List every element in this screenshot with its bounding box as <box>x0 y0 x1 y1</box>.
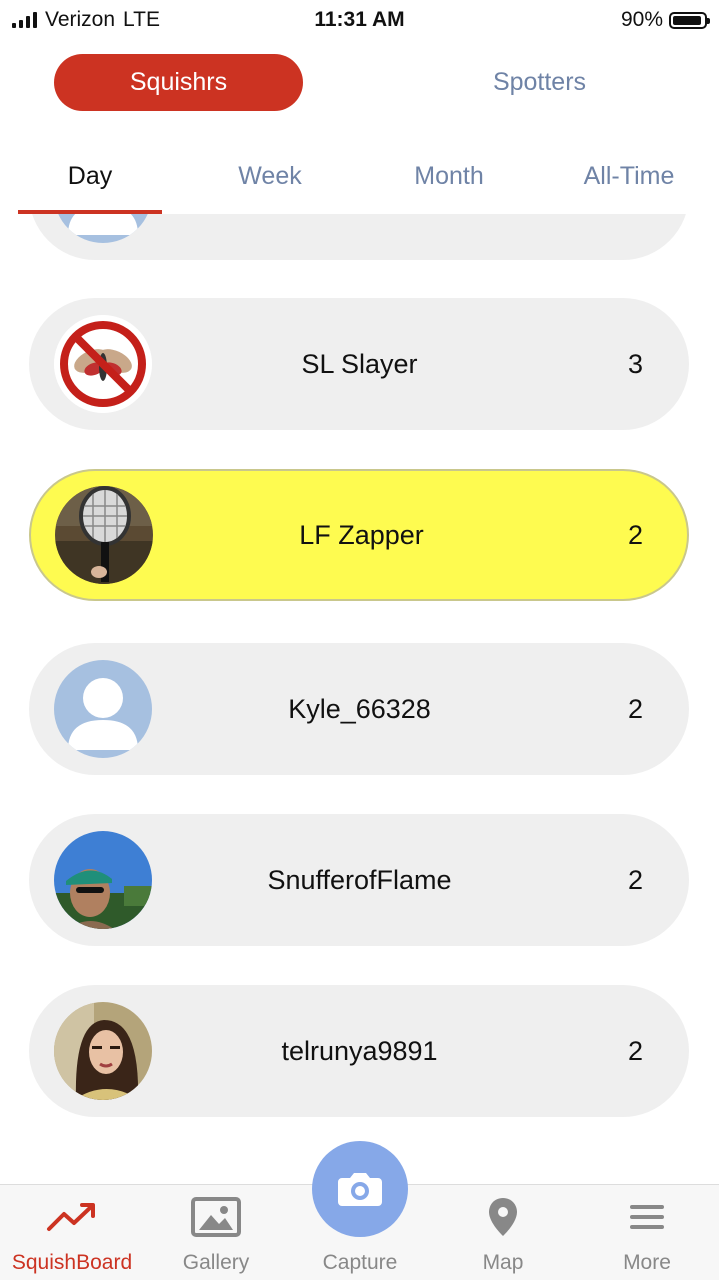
player-score: 3 <box>627 348 643 379</box>
list-item[interactable]: Kyle_66328 2 <box>29 643 689 775</box>
tab-squishboard[interactable]: SquishBoard <box>0 1185 144 1280</box>
segment-spotters[interactable]: Spotters <box>415 54 664 111</box>
tab-week[interactable]: Week <box>180 150 360 202</box>
tab-map[interactable]: Map <box>431 1185 575 1280</box>
tab-label: Map <box>482 1251 524 1274</box>
player-name: LF Zapper <box>299 519 424 550</box>
tab-label: Gallery <box>182 1251 250 1274</box>
player-score: 2 <box>627 1035 643 1066</box>
camera-icon <box>338 1173 382 1206</box>
tab-label: Capture <box>322 1251 398 1274</box>
list-item[interactable] <box>29 214 689 260</box>
player-name: SnufferofFlame <box>267 864 452 895</box>
trending-up-icon <box>0 1195 144 1239</box>
tab-month[interactable]: Month <box>359 150 539 202</box>
player-score: 2 <box>627 519 643 550</box>
menu-icon <box>575 1195 719 1239</box>
tab-day[interactable]: Day <box>0 150 180 202</box>
period-tabs: Day Week Month All-Time <box>0 150 719 216</box>
capture-button[interactable] <box>312 1141 408 1237</box>
player-name: SL Slayer <box>301 348 418 379</box>
tab-label: SquishBoard <box>11 1251 133 1274</box>
map-pin-icon <box>431 1195 575 1239</box>
list-item[interactable]: telrunya9891 2 <box>29 985 689 1117</box>
tab-more[interactable]: More <box>575 1185 719 1280</box>
tab-gallery[interactable]: Gallery <box>144 1185 288 1280</box>
player-name: Kyle_66328 <box>288 693 431 724</box>
player-score: 2 <box>627 864 643 895</box>
image-icon <box>144 1195 288 1239</box>
list-item-current-user[interactable]: LF Zapper 2 <box>29 469 689 601</box>
avatar <box>54 214 152 243</box>
battery-percent: 90% <box>620 8 663 31</box>
tab-label: More <box>623 1251 671 1274</box>
tab-all-time[interactable]: All-Time <box>539 150 719 202</box>
status-bar: Verizon LTE 11:31 AM 90% <box>0 0 719 40</box>
list-item[interactable]: SnufferofFlame 2 <box>29 814 689 946</box>
list-item[interactable]: SL Slayer 3 <box>29 298 689 430</box>
segment-squishrs[interactable]: Squishrs <box>54 54 303 111</box>
leaderboard-list[interactable]: SL Slayer 3 LF Zapper 2 Kyle_66328 2 Snu… <box>0 214 719 1184</box>
player-name: telrunya9891 <box>281 1035 438 1066</box>
player-score: 2 <box>627 693 643 724</box>
status-time: 11:31 AM <box>314 8 405 31</box>
battery-icon <box>669 11 710 29</box>
